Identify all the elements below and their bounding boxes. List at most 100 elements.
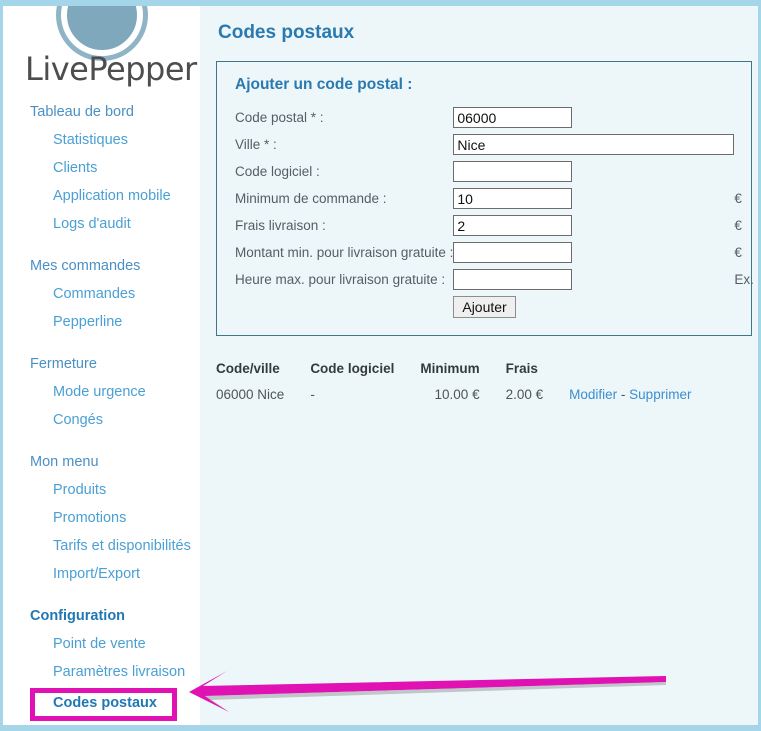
page-title: Codes postaux <box>218 22 355 43</box>
form-row-code-postal: Code postal * : <box>235 104 758 131</box>
sidebar-group-configuration: Configuration Point de vente Paramètres … <box>3 602 200 725</box>
field-cell-heure-max-livraison-gratuite <box>453 266 734 293</box>
sidebar-group-tableau-de-bord: Tableau de bord Statistiques Clients App… <box>3 98 200 238</box>
hint-heure-max-livraison-gratuite: Ex. : 15:00 <box>734 272 758 287</box>
sidebar-group-title-fermeture[interactable]: Fermeture <box>3 350 200 378</box>
sidebar-group-title-tableau-de-bord[interactable]: Tableau de bord <box>3 98 200 126</box>
suffix-code-postal <box>734 104 758 131</box>
page-layout: LivePepper Tableau de bord Statistiques … <box>3 6 758 725</box>
cell-code-logiciel: - <box>310 387 315 402</box>
cell-frais: 2.00 € <box>505 387 544 402</box>
table-body: 06000 Nice - 10.00 € 2.00 € Modifier - S… <box>216 385 717 404</box>
form-row-minimum-de-commande: Minimum de commande : € <box>235 185 758 212</box>
sidebar-group-title-mon-menu[interactable]: Mon menu <box>3 448 200 476</box>
sidebar-group-fermeture: Fermeture Mode urgence Congés <box>3 350 200 434</box>
circle-logo-icon <box>61 6 143 56</box>
sidebar-item-produits[interactable]: Produits <box>3 476 200 504</box>
field-cell-frais-livraison <box>453 212 734 239</box>
submit-cell: Ajouter <box>453 293 734 321</box>
main-content: Codes postaux Ajouter un code postal : C… <box>200 6 758 725</box>
postal-codes-table: Code/ville Code logiciel Minimum Frais 0… <box>216 358 717 404</box>
label-ville: Ville * : <box>235 137 277 152</box>
form-row-heure-max-livraison-gratuite: Heure max. pour livraison gratuite : Ex.… <box>235 266 758 293</box>
brand-logo[interactable]: LivePepper <box>3 6 200 98</box>
sidebar-item-statistiques[interactable]: Statistiques <box>3 126 200 154</box>
form-row-submit: Ajouter <box>235 293 758 321</box>
ville-input[interactable] <box>453 134 735 155</box>
sidebar-item-application-mobile[interactable]: Application mobile <box>3 182 200 210</box>
minimum-de-commande-input[interactable] <box>453 188 573 209</box>
code-postal-input[interactable] <box>453 107 573 128</box>
label-frais-livraison: Frais livraison : <box>235 218 326 233</box>
sidebar-item-tarifs-et-disponibilites[interactable]: Tarifs et disponibilités <box>3 532 200 560</box>
suffix-montant-min-livraison-gratuite: € <box>734 245 742 260</box>
submit-spacer <box>235 293 453 321</box>
field-cell-ville <box>453 131 735 158</box>
application-window: LivePepper Tableau de bord Statistiques … <box>0 0 761 731</box>
sidebar: LivePepper Tableau de bord Statistiques … <box>3 6 200 725</box>
cell-minimum: 10.00 € <box>434 387 480 402</box>
label-heure-max-livraison-gratuite: Heure max. pour livraison gratuite : <box>235 272 446 287</box>
label-code-logiciel: Code logiciel : <box>235 164 320 179</box>
suffix-frais-livraison: € <box>734 218 742 233</box>
sidebar-item-codes-postaux[interactable]: Codes postaux <box>3 686 200 720</box>
field-cell-code-logiciel <box>453 158 734 185</box>
sidebar-item-moyens-de-paiement[interactable]: Moyens de paiement <box>3 720 200 725</box>
label-montant-min-livraison-gratuite: Montant min. pour livraison gratuite : <box>235 245 454 260</box>
code-logiciel-input[interactable] <box>453 161 573 182</box>
sidebar-item-logs-daudit[interactable]: Logs d'audit <box>3 210 200 238</box>
sidebar-item-promotions[interactable]: Promotions <box>3 504 200 532</box>
sidebar-item-parametres-livraison[interactable]: Paramètres livraison <box>3 658 200 686</box>
sidebar-item-conges[interactable]: Congés <box>3 406 200 434</box>
cell-actions: Modifier - Supprimer <box>569 385 717 404</box>
add-postal-code-form: Code postal * : Ville * : <box>235 104 758 321</box>
table-row: 06000 Nice - 10.00 € 2.00 € Modifier - S… <box>216 385 717 404</box>
suffix-ville <box>734 131 758 158</box>
heure-max-livraison-gratuite-input[interactable] <box>453 269 573 290</box>
form-row-montant-min-livraison-gratuite: Montant min. pour livraison gratuite : € <box>235 239 758 266</box>
sidebar-group-mon-menu: Mon menu Produits Promotions Tarifs et d… <box>3 448 200 588</box>
suffix-code-logiciel <box>734 158 758 185</box>
sidebar-group-title-mes-commandes[interactable]: Mes commandes <box>3 252 200 280</box>
column-header-code-logiciel: Code logiciel <box>310 361 395 376</box>
sidebar-item-commandes[interactable]: Commandes <box>3 280 200 308</box>
column-header-frais: Frais <box>505 361 538 376</box>
sidebar-group-mes-commandes: Mes commandes Commandes Pepperline <box>3 252 200 336</box>
action-separator: - <box>620 387 626 402</box>
cell-code-ville: 06000 Nice <box>216 387 285 402</box>
column-header-minimum: Minimum <box>420 361 480 376</box>
form-legend: Ajouter un code postal : <box>235 76 413 93</box>
form-row-ville: Ville * : <box>235 131 758 158</box>
field-cell-montant-min-livraison-gratuite <box>453 239 734 266</box>
form-row-frais-livraison: Frais livraison : € <box>235 212 758 239</box>
supprimer-link[interactable]: Supprimer <box>629 387 691 402</box>
table-header-row: Code/ville Code logiciel Minimum Frais <box>216 358 717 385</box>
label-code-postal: Code postal * : <box>235 110 324 125</box>
montant-min-livraison-gratuite-input[interactable] <box>453 242 573 263</box>
sidebar-group-title-configuration[interactable]: Configuration <box>3 602 200 630</box>
sidebar-item-mode-urgence[interactable]: Mode urgence <box>3 378 200 406</box>
field-cell-minimum-de-commande <box>453 185 734 212</box>
sidebar-item-clients[interactable]: Clients <box>3 154 200 182</box>
table-head: Code/ville Code logiciel Minimum Frais <box>216 358 717 385</box>
sidebar-item-import-export[interactable]: Import/Export <box>3 560 200 588</box>
field-cell-code-postal <box>453 104 734 131</box>
sidebar-item-codes-postaux-container: Codes postaux <box>3 686 200 721</box>
sidebar-item-point-de-vente[interactable]: Point de vente <box>3 630 200 658</box>
label-minimum-de-commande: Minimum de commande : <box>235 191 387 206</box>
sidebar-item-pepperline[interactable]: Pepperline <box>3 308 200 336</box>
form-row-code-logiciel: Code logiciel : <box>235 158 758 185</box>
submit-suffix <box>734 293 758 321</box>
modifier-link[interactable]: Modifier <box>569 387 617 402</box>
suffix-minimum-de-commande: € <box>734 191 742 206</box>
column-header-code-ville: Code/ville <box>216 361 280 376</box>
column-header-actions <box>569 358 717 385</box>
frais-livraison-input[interactable] <box>453 215 573 236</box>
add-postal-code-panel: Ajouter un code postal : Code postal * :… <box>216 61 758 336</box>
postal-codes-list: Code/ville Code logiciel Minimum Frais 0… <box>216 358 758 404</box>
ajouter-button[interactable]: Ajouter <box>453 296 516 318</box>
